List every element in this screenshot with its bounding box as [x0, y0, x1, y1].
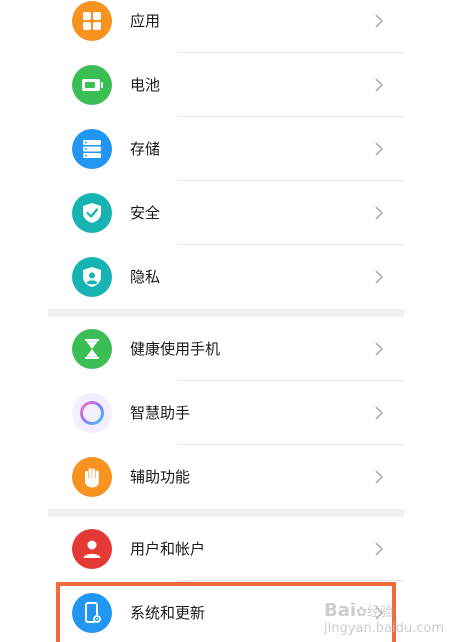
settings-item-accessibility[interactable]: 辅助功能 [48, 445, 404, 509]
watermark-url: jingyan.baidu.com [324, 621, 444, 636]
baidu-paw-icon: ✿ [356, 605, 367, 620]
settings-item-privacy[interactable]: 隐私 [48, 245, 404, 309]
settings-item-label: 应用 [130, 12, 161, 30]
chevron-right-icon [374, 205, 384, 221]
chevron-right-icon [374, 141, 384, 157]
settings-item-label: 安全 [130, 204, 161, 222]
settings-item-apps[interactable]: 应用 [48, 0, 404, 53]
settings-item-battery[interactable]: 电池 [48, 53, 404, 117]
hand-icon [72, 457, 112, 497]
settings-item-security[interactable]: 安全 [48, 181, 404, 245]
chevron-right-icon [374, 77, 384, 93]
settings-item-storage[interactable]: 存储 [48, 117, 404, 181]
settings-item-label: 用户和帐户 [130, 540, 206, 558]
chevron-right-icon [374, 405, 384, 421]
settings-item-label: 电池 [130, 76, 161, 94]
settings-screen: 应用 电池 存储 安全 隐私 健康使用手机 智慧助手 辅助功能 用户和帐户 系统… [0, 0, 458, 642]
chevron-right-icon [374, 541, 384, 557]
user-icon [72, 529, 112, 569]
chevron-right-icon [374, 13, 384, 29]
settings-item-label: 存储 [130, 140, 161, 158]
hourglass-icon [72, 329, 112, 369]
section-gap [48, 309, 404, 317]
apps-grid-icon [72, 1, 112, 41]
baidu-watermark: Bai✿经验 jingyan.baidu.com [324, 600, 444, 636]
watermark-brand-suffix: 经验 [366, 605, 393, 620]
settings-item-label: 辅助功能 [130, 468, 191, 486]
settings-item-label: 智慧助手 [130, 404, 191, 422]
settings-item-users-accounts[interactable]: 用户和帐户 [48, 517, 404, 581]
storage-icon [72, 129, 112, 169]
chevron-right-icon [374, 469, 384, 485]
settings-item-digital-balance[interactable]: 健康使用手机 [48, 317, 404, 381]
settings-item-label: 健康使用手机 [130, 340, 221, 358]
chevron-right-icon [374, 269, 384, 285]
chevron-right-icon [374, 341, 384, 357]
shield-check-icon [72, 193, 112, 233]
section-gap [48, 509, 404, 517]
watermark-brand: Bai [324, 600, 357, 621]
privacy-shield-icon [72, 257, 112, 297]
battery-icon [72, 65, 112, 105]
settings-item-smart-assistant[interactable]: 智慧助手 [48, 381, 404, 445]
settings-item-label: 隐私 [130, 268, 161, 286]
smart-assistant-ring-icon [72, 393, 112, 433]
